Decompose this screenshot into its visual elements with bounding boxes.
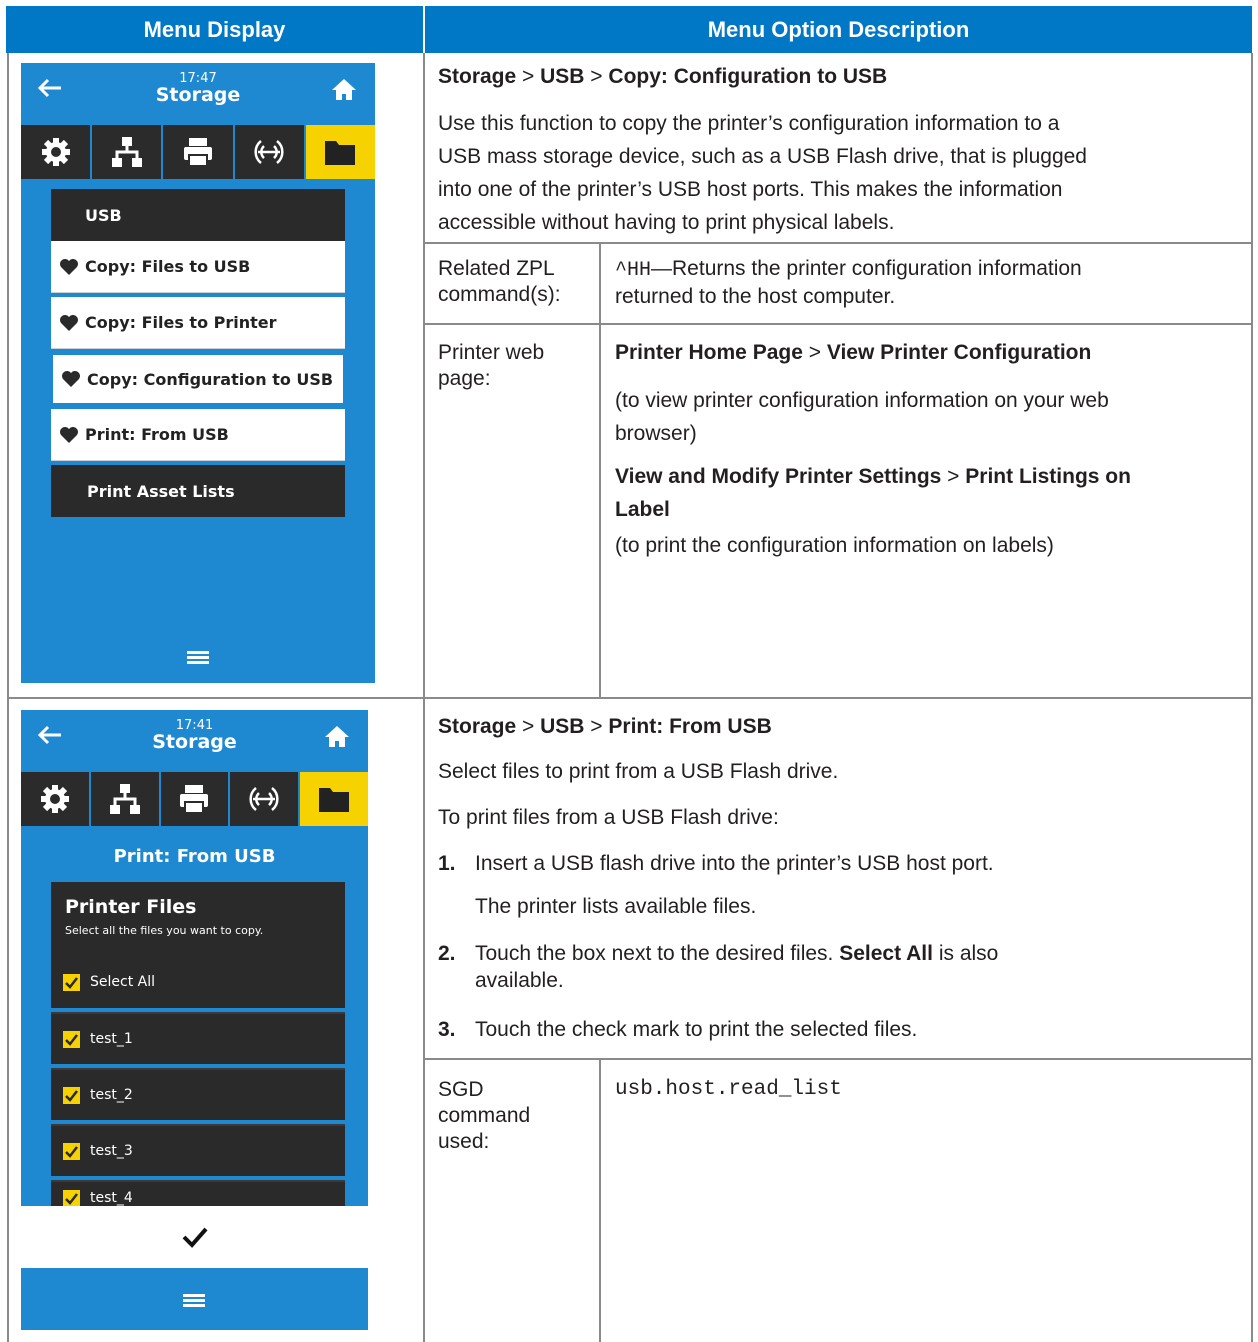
step-2-cont: available. bbox=[475, 969, 564, 992]
gear-icon bbox=[41, 138, 70, 166]
menu-path-2: Storage > USB > Print: From USB bbox=[438, 715, 772, 738]
zpl-command-label: Related ZPL command(s): bbox=[438, 257, 561, 306]
step-text: Insert a USB flash drive into the printe… bbox=[475, 852, 994, 875]
screen-title: Storage bbox=[152, 731, 237, 753]
checkbox-checked-icon[interactable] bbox=[63, 973, 80, 991]
step-number: 3. bbox=[438, 1018, 456, 1041]
screen-title: Storage bbox=[155, 84, 241, 106]
hamburger-menu-icon[interactable] bbox=[187, 651, 209, 665]
step-number: 2. bbox=[438, 942, 456, 965]
web-path-print-listings: View and Modify Printer Settings > Print… bbox=[615, 465, 1131, 521]
checkbox-checked-icon[interactable] bbox=[63, 1142, 80, 1160]
description-paragraph-1: Use this function to copy the printer’s … bbox=[438, 112, 1087, 234]
inner-divider-2 bbox=[423, 323, 1253, 325]
rfid-icon bbox=[254, 140, 284, 164]
inner-divider-1 bbox=[423, 242, 1253, 244]
printer-web-page-label: Printer web page: bbox=[438, 341, 545, 390]
menu-item-copy-files-to-printer[interactable]: Copy: Files to Printer bbox=[51, 297, 345, 349]
home-icon[interactable] bbox=[324, 724, 350, 748]
web-note-view-config: (to view printer configuration informati… bbox=[615, 389, 1109, 445]
zpl-command-description: ^HH—Returns the printer configuration in… bbox=[615, 257, 1082, 308]
step-text: Touch the check mark to print the select… bbox=[475, 1018, 918, 1041]
file-name: test_4 bbox=[90, 1190, 133, 1206]
select-all-row[interactable]: Select All bbox=[51, 956, 345, 1008]
file-name: test_3 bbox=[90, 1143, 133, 1159]
intro-line-2: To print files from a USB Flash drive: bbox=[438, 806, 779, 829]
intro-line-1: Select files to print from a USB Flash d… bbox=[438, 760, 839, 783]
network-icon bbox=[109, 784, 140, 814]
gear-icon bbox=[40, 785, 69, 813]
dialog-title: Printer Files bbox=[65, 896, 197, 918]
favorite-heart-icon bbox=[62, 371, 80, 387]
menu-item-copy-configuration-to-usb[interactable]: Copy: Configuration to USB bbox=[51, 353, 345, 405]
checkbox-checked-icon[interactable] bbox=[63, 1086, 80, 1104]
web-path-view-config: Printer Home Page > View Printer Configu… bbox=[615, 341, 1092, 364]
inner-col-divider-1 bbox=[599, 242, 601, 697]
file-name: test_1 bbox=[90, 1031, 133, 1047]
menu-item-label: Copy: Files to USB bbox=[85, 257, 251, 276]
header-menu-option-description: Menu Option Description bbox=[425, 6, 1252, 53]
menu-header-usb: USB bbox=[51, 189, 345, 241]
tab-connection[interactable] bbox=[230, 772, 301, 826]
menu-item-label: Print: From USB bbox=[85, 425, 229, 444]
hamburger-menu-icon[interactable] bbox=[183, 1294, 205, 1308]
confirm-button[interactable] bbox=[21, 1206, 368, 1268]
favorite-heart-icon bbox=[60, 426, 78, 443]
menu-item-label: Copy: Configuration to USB bbox=[87, 369, 334, 389]
step-3: 3. Touch the check mark to print the sel… bbox=[438, 1015, 917, 1045]
tab-connection[interactable] bbox=[234, 125, 306, 179]
home-icon[interactable] bbox=[331, 77, 357, 101]
checkbox-checked-icon[interactable] bbox=[63, 1030, 80, 1048]
folder-icon bbox=[325, 141, 356, 165]
step-1-sub: The printer lists available files. bbox=[475, 895, 757, 918]
file-row-test-3[interactable]: test_3 bbox=[51, 1124, 345, 1176]
tab-storage[interactable] bbox=[300, 772, 368, 826]
menu-item-label: Copy: Files to Printer bbox=[85, 313, 277, 332]
menu-item-print-asset-lists[interactable]: Print Asset Lists bbox=[51, 465, 345, 517]
inner-col-divider-2 bbox=[599, 1058, 601, 1342]
device-screen-storage-usb: 17:47 Storage USB Copy: Files to USB Cop… bbox=[21, 63, 375, 683]
printer-icon bbox=[180, 785, 209, 814]
step-number: 1. bbox=[438, 852, 456, 875]
network-icon bbox=[111, 137, 142, 167]
checkbox-checked-icon[interactable] bbox=[63, 1190, 80, 1207]
tab-network[interactable] bbox=[92, 125, 164, 179]
sgd-command-value: usb.host.read_list bbox=[615, 1078, 842, 1101]
header-menu-display: Menu Display bbox=[6, 6, 423, 53]
tab-settings[interactable] bbox=[21, 125, 93, 179]
status-bar: 17:47 Storage bbox=[21, 63, 375, 125]
web-note-print-listings: (to print the configuration information … bbox=[615, 534, 1054, 557]
tab-network[interactable] bbox=[90, 772, 161, 826]
file-row-test-2[interactable]: test_2 bbox=[51, 1068, 345, 1120]
step-1: 1. Insert a USB flash drive into the pri… bbox=[438, 849, 994, 879]
favorite-heart-icon bbox=[60, 314, 78, 331]
table-row-divider bbox=[7, 697, 1253, 699]
document-page: Menu Display Menu Option Description 17:… bbox=[0, 0, 1258, 1342]
select-all-label: Select All bbox=[90, 974, 155, 990]
favorite-heart-icon bbox=[60, 258, 78, 275]
sgd-command-label: SGD command used: bbox=[438, 1078, 531, 1153]
device-screen-print-from-usb: 17:41 Storage Print: From USB Printer Fi… bbox=[21, 710, 368, 1330]
inner-divider-3 bbox=[423, 1058, 1253, 1060]
menu-item-print-from-usb[interactable]: Print: From USB bbox=[51, 409, 345, 461]
file-row-test-1[interactable]: test_1 bbox=[51, 1012, 345, 1064]
rfid-icon bbox=[249, 787, 279, 811]
printer-icon bbox=[184, 138, 212, 167]
menu-item-copy-files-to-usb[interactable]: Copy: Files to USB bbox=[51, 241, 345, 293]
step-2: 2. Touch the box next to the desired fil… bbox=[438, 939, 998, 969]
tab-settings[interactable] bbox=[21, 772, 91, 826]
step-text: Touch the box next to the desired files.… bbox=[475, 942, 999, 965]
category-tabs bbox=[21, 125, 375, 179]
folder-icon bbox=[319, 788, 350, 812]
checkmark-icon bbox=[182, 1227, 208, 1248]
menu-path-1: Storage > USB > Copy: Configuration to U… bbox=[438, 65, 888, 88]
tab-print[interactable] bbox=[163, 125, 235, 179]
tab-print[interactable] bbox=[160, 772, 231, 826]
dialog-subtitle: Select all the files you want to copy. bbox=[65, 924, 264, 937]
page-title: Print: From USB bbox=[113, 846, 276, 867]
status-bar: 17:41 Storage bbox=[21, 710, 368, 772]
category-tabs bbox=[21, 772, 368, 826]
tab-storage[interactable] bbox=[305, 125, 375, 179]
file-name: test_2 bbox=[90, 1087, 133, 1103]
